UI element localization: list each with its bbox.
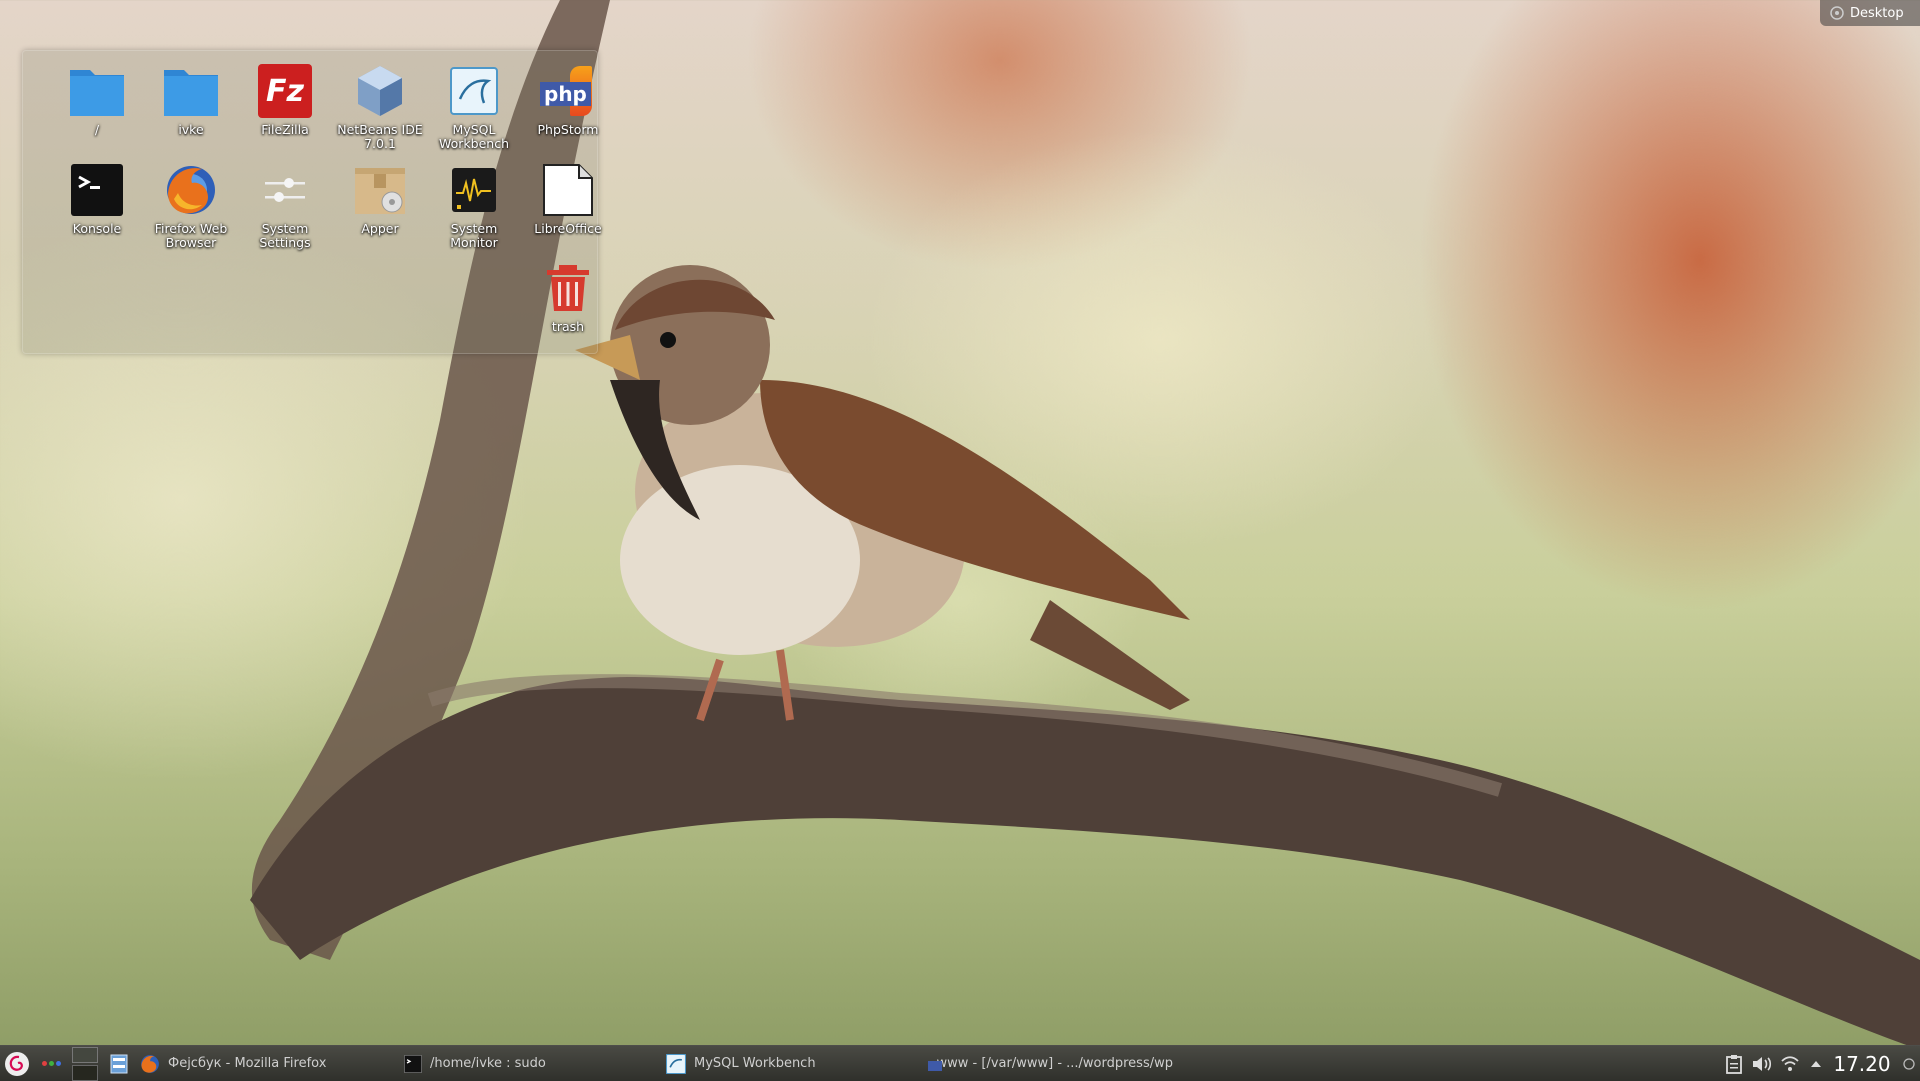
task-firefox[interactable]: Фејсбук - Mozilla Firefox	[140, 1046, 385, 1081]
desktop-icon-libreoffice[interactable]: LibreOffice	[521, 160, 615, 256]
debian-swirl-icon	[5, 1051, 29, 1076]
activities-icon	[41, 1061, 61, 1066]
desktop-icon-label: Apper	[361, 221, 399, 236]
show-desktop-icon	[110, 1054, 128, 1073]
task-konsole[interactable]: /home/ivke : sudo	[404, 1046, 649, 1081]
desktop-icon-label: MySQL Workbench	[439, 122, 509, 151]
wallpaper-bird-tail	[1030, 600, 1190, 710]
desktop-icon-label: /	[94, 122, 100, 137]
document-icon	[538, 160, 598, 220]
volume-tray-button[interactable]	[1750, 1046, 1774, 1081]
task-mysql-workbench[interactable]: MySQL Workbench	[666, 1046, 911, 1081]
filezilla-icon: Fz	[255, 61, 315, 121]
firefox-icon	[141, 1054, 159, 1073]
desktop-icon-label: Konsole	[72, 221, 122, 236]
desktop-icon-label: System Settings	[259, 221, 311, 250]
system-monitor-icon	[444, 160, 504, 220]
task-label: Фејсбук - Mozilla Firefox	[168, 1056, 327, 1071]
panel-cashew-icon	[1903, 1057, 1915, 1070]
folder-icon	[161, 61, 221, 121]
clipboard-icon	[1726, 1054, 1742, 1074]
desktop-icon-phpstorm[interactable]: php PhpStorm	[521, 61, 615, 157]
show-desktop-button[interactable]	[108, 1046, 130, 1081]
desktop-icon-grid: / ivke Fz FileZilla NetBeans IDE 7.0.1 M…	[23, 51, 602, 353]
desktop-icon-mysql-workbench[interactable]: MySQL Workbench	[427, 61, 521, 157]
application-launcher-button[interactable]	[4, 1046, 30, 1081]
firefox-icon	[161, 160, 221, 220]
desktop-icon-label: System Monitor	[450, 221, 498, 250]
task-label: MySQL Workbench	[694, 1056, 816, 1071]
phpstorm-icon	[928, 1054, 942, 1074]
wallpaper-bird-eye	[660, 332, 676, 348]
folder-icon	[67, 61, 127, 121]
phpstorm-icon: php	[538, 61, 598, 121]
activity-switcher-button[interactable]	[40, 1046, 62, 1081]
netbeans-icon	[350, 61, 410, 121]
network-tray-button[interactable]	[1778, 1046, 1802, 1081]
terminal-icon	[67, 160, 127, 220]
desktop-icon-konsole[interactable]: Konsole	[50, 160, 144, 256]
clock-time: 17.20	[1833, 1051, 1891, 1076]
desktop-icon-system-monitor[interactable]: System Monitor	[427, 160, 521, 256]
trash-icon	[538, 258, 598, 318]
desktop-icon-label: ivke	[178, 122, 204, 137]
desktop-icon-system-settings[interactable]: System Settings	[238, 160, 332, 256]
desktop-icon-label: PhpStorm	[537, 122, 599, 137]
mysql-workbench-icon	[666, 1053, 686, 1074]
chevron-up-icon	[1811, 1060, 1821, 1067]
package-box-icon	[350, 160, 410, 220]
taskbar-panel: Фејсбук - Mozilla Firefox /home/ivke : s…	[0, 1045, 1920, 1081]
desktop-icon-filezilla[interactable]: Fz FileZilla	[238, 61, 332, 157]
desktop-icon-home[interactable]: ivke	[144, 61, 238, 157]
desktop-toolbox-label: Desktop	[1850, 5, 1904, 21]
clipboard-tray-button[interactable]	[1722, 1046, 1746, 1081]
tray-expand-button[interactable]	[1808, 1046, 1824, 1081]
pager-desktop-1[interactable]	[72, 1046, 98, 1063]
task-phpstorm[interactable]: www - [/var/www] - .../wordpress/wp	[928, 1046, 1173, 1081]
wifi-icon	[1781, 1055, 1799, 1071]
panel-toolbox-button[interactable]	[1900, 1046, 1918, 1081]
desktop-icon-label: FileZilla	[261, 122, 309, 137]
desktop-icon-firefox[interactable]: Firefox Web Browser	[144, 160, 238, 256]
desktop-toolbox[interactable]: Desktop	[1820, 0, 1920, 26]
settings-sliders-icon	[255, 160, 315, 220]
wallpaper-main-branch	[250, 677, 1920, 1050]
terminal-icon	[404, 1054, 422, 1073]
speaker-volume-icon	[1753, 1056, 1772, 1071]
task-label: /home/ivke : sudo	[430, 1056, 546, 1071]
task-label: www - [/var/www] - .../wordpress/wp	[936, 1056, 1173, 1071]
desktop-icon-trash[interactable]: trash	[521, 258, 615, 354]
folder-view-widget[interactable]: / ivke Fz FileZilla NetBeans IDE 7.0.1 M…	[22, 50, 602, 354]
plasma-cashew-icon	[1830, 6, 1844, 20]
mysql-workbench-icon	[444, 61, 504, 121]
desktop-icon-apper[interactable]: Apper	[333, 160, 427, 256]
desktop-icon-netbeans[interactable]: NetBeans IDE 7.0.1	[333, 61, 427, 157]
desktop-icon-root[interactable]: /	[50, 61, 144, 157]
digital-clock[interactable]: 17.20	[1830, 1046, 1894, 1081]
virtual-desktop-pager[interactable]	[72, 1046, 98, 1081]
desktop-icon-label: NetBeans IDE 7.0.1	[337, 122, 423, 151]
desktop-icon-label: LibreOffice	[534, 221, 602, 236]
desktop-icon-label: trash	[551, 319, 585, 334]
desktop-icon-label: Firefox Web Browser	[154, 221, 228, 250]
pager-desktop-2[interactable]	[72, 1064, 98, 1081]
